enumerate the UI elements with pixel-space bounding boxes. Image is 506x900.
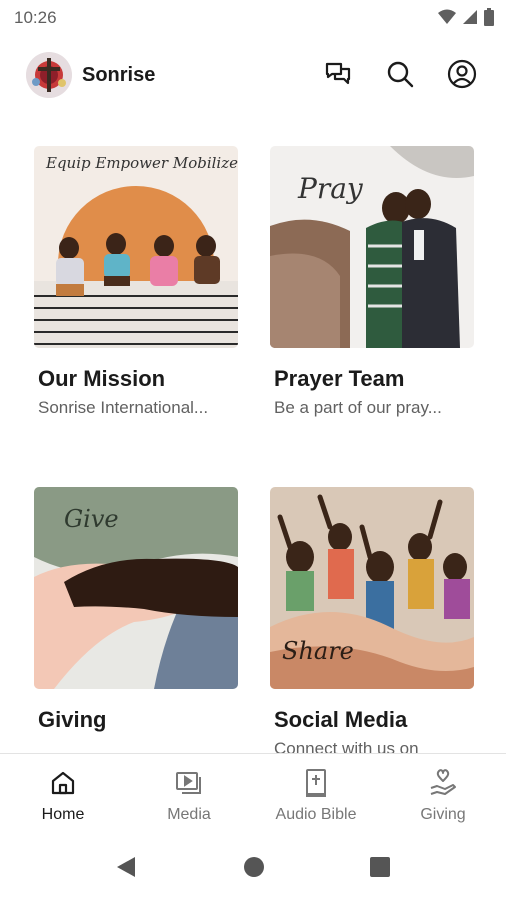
card-title: Our Mission — [38, 366, 166, 391]
nav-item-media[interactable]: Media — [126, 754, 252, 836]
nav-item-audio-bible[interactable]: Audio Bible — [253, 754, 379, 836]
search-icon — [387, 61, 414, 88]
status-icons — [438, 8, 494, 26]
account-button[interactable] — [446, 58, 478, 90]
nav-label: Media — [167, 806, 211, 823]
app-bar: Sonrise — [0, 44, 506, 104]
wifi-icon — [438, 9, 456, 24]
app-logo — [26, 52, 72, 98]
nav-label: Audio Bible — [275, 806, 357, 823]
search-button[interactable] — [384, 58, 416, 90]
nav-item-giving[interactable]: Giving — [380, 754, 506, 836]
card-image-mission: Equip Empower Mobilize — [34, 146, 238, 348]
battery-icon — [484, 8, 494, 26]
card-subtitle: Be a part of our pray... — [274, 398, 442, 417]
home-icon — [51, 771, 75, 795]
recents-icon[interactable] — [369, 856, 391, 878]
card-title: Social Media — [274, 707, 408, 732]
card-image-text: Share — [282, 637, 354, 665]
app-title: Sonrise — [82, 64, 156, 86]
nav-label: Home — [41, 806, 85, 823]
bible-icon — [306, 769, 326, 797]
nav-label: Giving — [420, 806, 466, 823]
card-title: Prayer Team — [274, 366, 405, 391]
bottom-nav: Home Media Audio Bible Giving — [0, 753, 506, 836]
giving-icon — [430, 769, 456, 795]
card-subtitle: Sonrise International... — [38, 398, 209, 417]
card-image-text: Pray — [298, 172, 363, 205]
back-icon[interactable] — [115, 855, 137, 879]
status-time: 10:26 — [14, 8, 57, 27]
signal-icon — [463, 10, 477, 24]
chat-button[interactable] — [322, 58, 354, 90]
card-image-text: Equip Empower Mobilize — [46, 154, 238, 172]
card-image-prayer: Pray — [270, 146, 474, 348]
account-icon — [447, 59, 477, 89]
system-nav-bar — [0, 835, 506, 900]
nav-item-home[interactable]: Home — [0, 754, 126, 836]
home-circle-icon[interactable] — [242, 855, 266, 879]
media-icon — [176, 772, 201, 794]
status-bar: 10:26 — [0, 0, 506, 34]
card-image-text: Give — [64, 505, 119, 533]
card-title: Giving — [38, 707, 107, 732]
card-image-giving: Give — [34, 487, 238, 689]
chat-icon — [325, 62, 351, 85]
card-image-social: Share — [270, 487, 474, 689]
